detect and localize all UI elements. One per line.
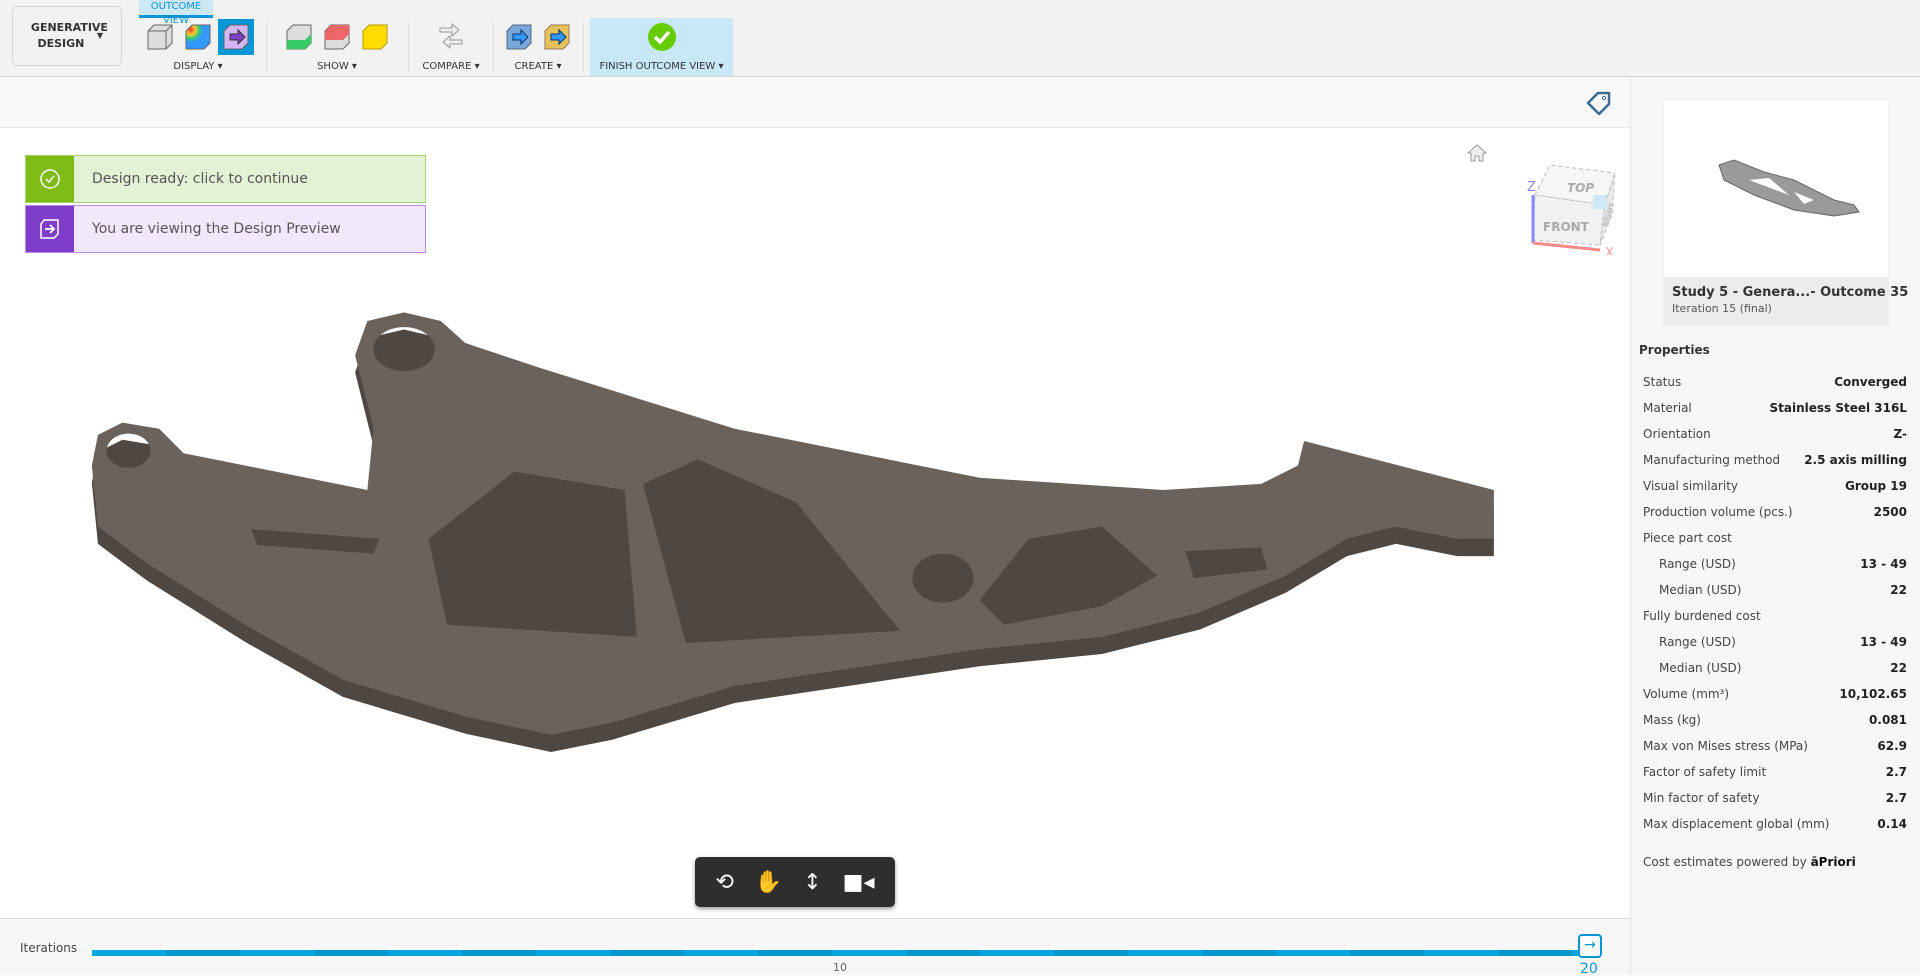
property-row: Mass (kg) 0.081 [1643,707,1907,733]
property-value: Z- [1893,427,1907,441]
orbit-icon[interactable]: ⟲ [715,870,733,895]
property-row: Max displacement global (mm) 0.14 [1643,811,1907,837]
property-row: Volume (mm³) 10,102.65 [1643,681,1907,707]
property-name: Volume (mm³) [1643,687,1729,701]
property-value: 10,102.65 [1839,687,1907,701]
property-value: Converged [1834,375,1907,389]
property-value: Stainless Steel 316L [1769,401,1908,415]
viewcube-front-label[interactable]: FRONT [1543,220,1590,234]
property-row: Range (USD) 13 - 49 [1643,551,1907,577]
property-value: 0.14 [1877,817,1907,831]
property-name: Factor of safety limit [1643,765,1767,779]
preview-arrow-icon [40,219,59,239]
outcome-caption: Study 5 - Genera...- Outcome 35 Iteratio… [1663,277,1909,326]
outcome-thumbnail-image [1718,159,1860,217]
property-name: Range (USD) [1659,635,1736,649]
home-view-icon[interactable] [1466,143,1488,163]
outcome-properties-panel: Study 5 - Genera...- Outcome 35 Iteratio… [1630,77,1920,975]
property-value: 0.081 [1869,713,1907,727]
property-name: Max displacement global (mm) [1643,817,1830,831]
iteration-slider-handle[interactable]: → [1578,934,1602,958]
iterations-bar: Iterations 10 → 20 [0,918,1630,977]
viewcube-top-label[interactable]: TOP [1567,181,1594,195]
property-name: Manufacturing method [1643,453,1781,467]
property-name: Min factor of safety [1643,791,1760,805]
viewcube[interactable]: TOP FRONT RIGHT Z X [1515,145,1615,255]
property-name: Fully burdened cost [1643,609,1761,623]
outcome-title: Study 5 - Genera...- Outcome 35 [1672,285,1909,300]
property-name: Max von Mises stress (MPa) [1643,739,1808,753]
property-row: Material Stainless Steel 316L [1643,395,1907,421]
check-circle-icon [40,169,60,189]
property-row: Median (USD) 22 [1643,655,1907,681]
property-row: Max von Mises stress (MPa) 62.9 [1643,733,1907,759]
navigation-bar: ⟲ ✋ ↕ ■◂ [695,857,895,907]
outcome-subtitle: Iteration 15 (final) [1672,302,1772,315]
property-row: Manufacturing method 2.5 axis milling [1643,447,1907,473]
properties-heading: Properties [1639,343,1710,357]
properties-list: Status Converged Material Stainless Steel 3… [1643,369,1907,837]
property-value: 22 [1890,583,1907,597]
pan-hand-icon[interactable]: ✋ [755,870,782,895]
property-name: Production volume (pcs.) [1643,505,1793,519]
property-name: Visual similarity [1643,479,1739,493]
design-ready-notification[interactable]: Design ready: click to continue [25,155,426,203]
notification-text: You are viewing the Design Preview [92,221,341,237]
tick-label: 10 [833,961,847,974]
property-row: Min factor of safety 2.7 [1643,785,1907,811]
property-name: Status [1643,375,1682,389]
property-name: Median (USD) [1659,583,1742,597]
property-row: Range (USD) 13 - 49 [1643,629,1907,655]
property-name: Material [1643,401,1692,415]
iterations-slider-track[interactable] [92,950,1587,956]
property-name: Range (USD) [1659,557,1736,571]
zoom-icon[interactable]: ↕ [803,870,821,895]
property-row: Orientation Z- [1643,421,1907,447]
property-value: 13 - 49 [1860,557,1907,571]
cost-powered-by: Cost estimates powered by āaPrioriPriori [1643,855,1856,869]
property-value: 2.7 [1885,765,1907,779]
property-value: 62.9 [1877,739,1907,753]
property-row: Factor of safety limit 2.7 [1643,759,1907,785]
notification-text: Design ready: click to continue [92,171,308,187]
property-name: Mass (kg) [1643,713,1701,727]
apriori-logo: āaPrioriPriori [1810,855,1856,869]
design-preview-notification: You are viewing the Design Preview [25,205,426,253]
z-axis-label: Z [1527,180,1536,195]
property-row: Fully burdened cost [1643,603,1907,629]
property-row: Production volume (pcs.) 2500 [1643,499,1907,525]
property-value: 13 - 49 [1860,635,1907,649]
iterations-label: Iterations [20,941,78,955]
property-name: Piece part cost [1643,531,1732,545]
property-value: 2.5 axis milling [1804,453,1907,467]
property-value: 2500 [1873,505,1907,519]
property-value: 2.7 [1885,791,1907,805]
camera-icon[interactable]: ■◂ [843,870,875,895]
property-row: Visual similarity Group 19 [1643,473,1907,499]
property-value: 22 [1890,661,1907,675]
property-name: Orientation [1643,427,1711,441]
property-row: Median (USD) 22 [1643,577,1907,603]
property-row: Status Converged [1643,369,1907,395]
x-axis-label: X [1605,246,1614,255]
property-name: Median (USD) [1659,661,1742,675]
property-value: Group 19 [1844,479,1907,493]
property-row: Piece part cost [1643,525,1907,551]
